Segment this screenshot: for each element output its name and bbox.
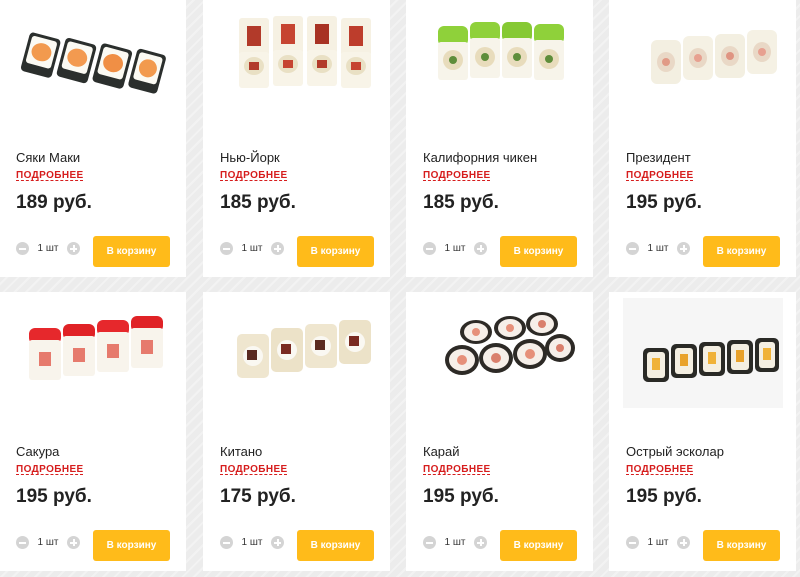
minus-icon[interactable] bbox=[626, 536, 639, 549]
product-card: Сакура ПОДРОБНЕЕ 195 руб. 1 шт В корзину bbox=[0, 292, 186, 571]
plus-icon[interactable] bbox=[67, 536, 80, 549]
quantity-stepper: 1 шт bbox=[16, 536, 80, 549]
product-card: Калифорния чикен ПОДРОБНЕЕ 185 руб. 1 шт… bbox=[406, 0, 593, 277]
minus-icon[interactable] bbox=[220, 536, 233, 549]
product-name: Нью-Йорк bbox=[220, 150, 280, 165]
quantity-stepper: 1 шт bbox=[423, 536, 487, 549]
plus-icon[interactable] bbox=[677, 242, 690, 255]
product-price: 195 руб. bbox=[16, 486, 92, 507]
product-image[interactable] bbox=[420, 298, 580, 408]
product-price: 195 руб. bbox=[626, 486, 702, 507]
quantity-value: 1 шт bbox=[241, 243, 263, 254]
product-price: 195 руб. bbox=[423, 486, 499, 507]
quantity-value: 1 шт bbox=[647, 243, 669, 254]
minus-icon[interactable] bbox=[220, 242, 233, 255]
minus-icon[interactable] bbox=[423, 536, 436, 549]
product-price: 195 руб. bbox=[626, 192, 702, 213]
product-image[interactable] bbox=[217, 298, 377, 408]
quantity-stepper: 1 шт bbox=[16, 242, 80, 255]
minus-icon[interactable] bbox=[16, 536, 29, 549]
minus-icon[interactable] bbox=[16, 242, 29, 255]
quantity-stepper: 1 шт bbox=[626, 242, 690, 255]
quantity-value: 1 шт bbox=[444, 537, 466, 548]
product-name: Китано bbox=[220, 444, 263, 459]
product-grid: Сяки Маки ПОДРОБНЕЕ 189 руб. 1 шт В корз… bbox=[0, 0, 800, 577]
plus-icon[interactable] bbox=[67, 242, 80, 255]
product-image[interactable] bbox=[13, 298, 173, 408]
product-card: Китано ПОДРОБНЕЕ 175 руб. 1 шт В корзину bbox=[203, 292, 390, 571]
product-card: Острый эсколар ПОДРОБНЕЕ 195 руб. 1 шт В… bbox=[609, 292, 796, 571]
quantity-value: 1 шт bbox=[647, 537, 669, 548]
product-image[interactable] bbox=[623, 4, 783, 114]
product-name: Острый эсколар bbox=[626, 444, 724, 459]
add-to-cart-button[interactable]: В корзину bbox=[93, 530, 170, 561]
quantity-value: 1 шт bbox=[37, 537, 59, 548]
plus-icon[interactable] bbox=[271, 242, 284, 255]
product-card: Президент ПОДРОБНЕЕ 195 руб. 1 шт В корз… bbox=[609, 0, 796, 277]
product-name: Калифорния чикен bbox=[423, 150, 538, 165]
plus-icon[interactable] bbox=[474, 242, 487, 255]
quantity-stepper: 1 шт bbox=[220, 242, 284, 255]
details-link[interactable]: ПОДРОБНЕЕ bbox=[423, 170, 491, 181]
minus-icon[interactable] bbox=[423, 242, 436, 255]
details-link[interactable]: ПОДРОБНЕЕ bbox=[16, 464, 84, 475]
quantity-value: 1 шт bbox=[444, 243, 466, 254]
product-image[interactable] bbox=[623, 298, 783, 408]
add-to-cart-button[interactable]: В корзину bbox=[297, 236, 374, 267]
quantity-stepper: 1 шт bbox=[220, 536, 284, 549]
product-image[interactable] bbox=[420, 4, 580, 114]
product-name: Сяки Маки bbox=[16, 150, 81, 165]
add-to-cart-button[interactable]: В корзину bbox=[703, 236, 780, 267]
plus-icon[interactable] bbox=[271, 536, 284, 549]
add-to-cart-button[interactable]: В корзину bbox=[500, 530, 577, 561]
product-price: 175 руб. bbox=[220, 486, 296, 507]
product-name: Президент bbox=[626, 150, 691, 165]
quantity-value: 1 шт bbox=[241, 537, 263, 548]
details-link[interactable]: ПОДРОБНЕЕ bbox=[16, 170, 84, 181]
quantity-stepper: 1 шт bbox=[423, 242, 487, 255]
product-price: 185 руб. bbox=[220, 192, 296, 213]
product-image[interactable] bbox=[217, 4, 377, 114]
quantity-stepper: 1 шт bbox=[626, 536, 690, 549]
product-card: Сяки Маки ПОДРОБНЕЕ 189 руб. 1 шт В корз… bbox=[0, 0, 186, 277]
product-name: Сакура bbox=[16, 444, 60, 459]
plus-icon[interactable] bbox=[677, 536, 690, 549]
plus-icon[interactable] bbox=[474, 536, 487, 549]
details-link[interactable]: ПОДРОБНЕЕ bbox=[220, 464, 288, 475]
add-to-cart-button[interactable]: В корзину bbox=[703, 530, 780, 561]
product-name: Карай bbox=[423, 444, 460, 459]
add-to-cart-button[interactable]: В корзину bbox=[93, 236, 170, 267]
details-link[interactable]: ПОДРОБНЕЕ bbox=[626, 464, 694, 475]
product-card: Нью-Йорк ПОДРОБНЕЕ 185 руб. 1 шт В корзи… bbox=[203, 0, 390, 277]
details-link[interactable]: ПОДРОБНЕЕ bbox=[626, 170, 694, 181]
details-link[interactable]: ПОДРОБНЕЕ bbox=[220, 170, 288, 181]
add-to-cart-button[interactable]: В корзину bbox=[500, 236, 577, 267]
product-price: 185 руб. bbox=[423, 192, 499, 213]
minus-icon[interactable] bbox=[626, 242, 639, 255]
product-card: Карай ПОДРОБНЕЕ 195 руб. 1 шт В корзину bbox=[406, 292, 593, 571]
details-link[interactable]: ПОДРОБНЕЕ bbox=[423, 464, 491, 475]
product-image[interactable] bbox=[13, 4, 173, 114]
quantity-value: 1 шт bbox=[37, 243, 59, 254]
add-to-cart-button[interactable]: В корзину bbox=[297, 530, 374, 561]
product-price: 189 руб. bbox=[16, 192, 92, 213]
